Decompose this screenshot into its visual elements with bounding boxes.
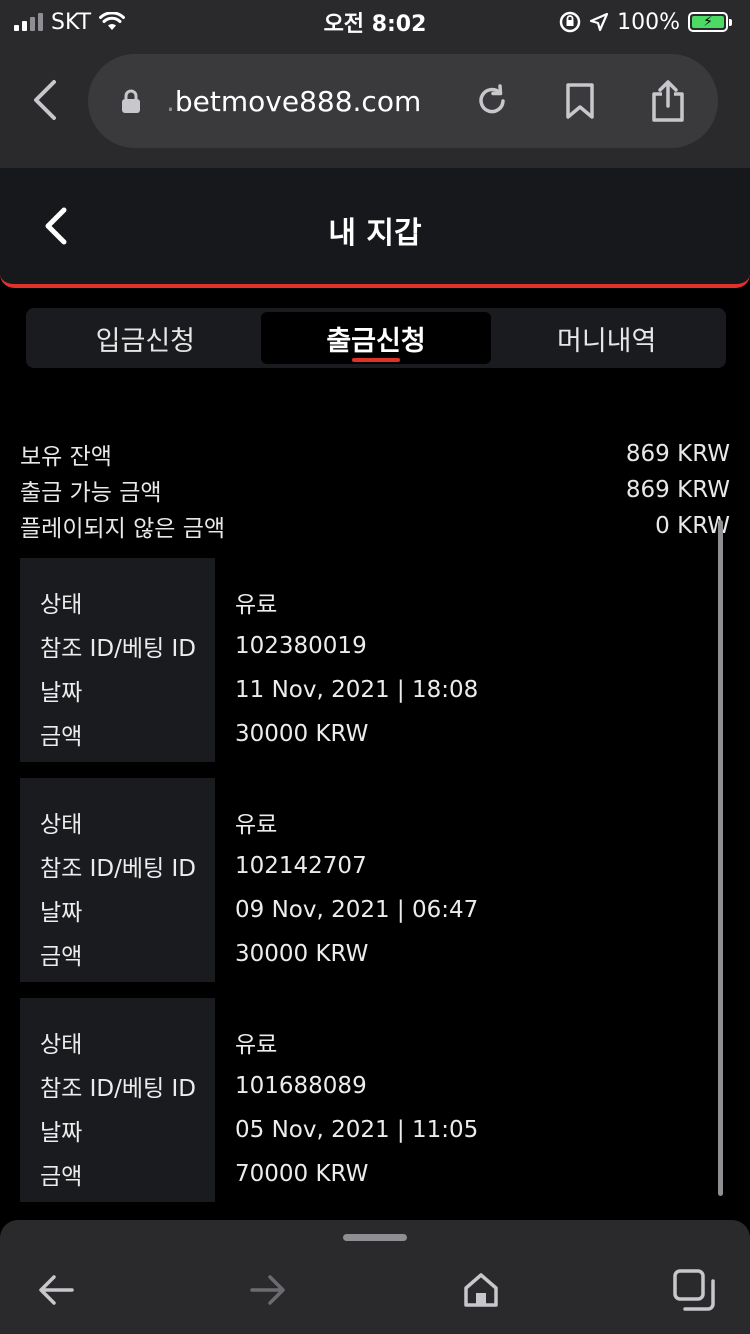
summary-row-balance: 보유 잔액 869 KRW	[20, 436, 730, 472]
record-values: 유료 101688089 05 Nov, 2021 | 11:05 70000 …	[215, 998, 710, 1202]
withdrawal-record: 상태 참조 ID/베팅 ID 날짜 금액 유료 101688089 05 Nov…	[20, 998, 710, 1202]
url-domain: betmove888.com	[174, 84, 422, 118]
summary-value: 869 KRW	[625, 441, 730, 467]
wifi-icon	[99, 12, 126, 30]
balance-summary: 보유 잔액 869 KRW 출금 가능 금액 869 KRW 플레이되지 않은 …	[20, 436, 730, 544]
summary-label: 플레이되지 않은 금액	[20, 516, 226, 542]
tab-label: 입금신청	[95, 325, 196, 357]
value-status: 유료	[235, 1032, 278, 1058]
label-date: 날짜	[40, 1120, 83, 1146]
status-right: 100% ⚡	[559, 9, 732, 35]
tab-label: 출금신청	[326, 325, 426, 357]
tabs-button[interactable]	[670, 1266, 718, 1314]
arrow-left-icon	[39, 1275, 74, 1305]
lock-icon	[122, 89, 140, 113]
rotation-lock-icon	[559, 11, 581, 33]
page-title: 내 지갑	[328, 216, 422, 251]
browser-bar: .betmove888.com	[0, 44, 750, 168]
url-actions	[468, 77, 692, 125]
label-status: 상태	[40, 592, 83, 618]
summary-label: 보유 잔액	[20, 444, 112, 470]
tab-money-history[interactable]: 머니내역	[491, 312, 722, 364]
battery-icon: ⚡	[688, 12, 732, 32]
value-status: 유료	[235, 812, 278, 838]
value-amount: 30000 KRW	[235, 721, 369, 747]
browser-toolbar	[0, 1220, 750, 1334]
value-ref-id: 102142707	[235, 853, 367, 879]
label-amount: 금액	[40, 944, 83, 970]
wallet-tabs: 입금신청 출금신청 머니내역	[26, 308, 726, 368]
label-amount: 금액	[40, 1164, 83, 1190]
bookmark-button[interactable]	[556, 77, 604, 125]
value-date: 05 Nov, 2021 | 11:05	[235, 1117, 479, 1143]
record-values: 유료 102380019 11 Nov, 2021 | 18:08 30000 …	[215, 558, 710, 762]
tabs-icon	[673, 1269, 715, 1311]
nav-forward-button[interactable]	[244, 1266, 292, 1314]
scrollbar[interactable]	[718, 520, 723, 1196]
address-bar[interactable]: .betmove888.com	[88, 54, 718, 148]
active-tab-indicator	[352, 358, 400, 362]
home-button[interactable]	[457, 1266, 505, 1314]
url-text[interactable]: .betmove888.com	[166, 85, 468, 118]
reload-icon	[479, 84, 505, 114]
arrow-right-icon	[250, 1275, 285, 1305]
label-status: 상태	[40, 1032, 83, 1058]
signal-icon	[14, 13, 43, 31]
value-date: 09 Nov, 2021 | 06:47	[235, 897, 479, 923]
summary-row-unplayed: 플레이되지 않은 금액 0 KRW	[20, 508, 730, 544]
app-header: 내 지갑	[0, 168, 750, 288]
record-values: 유료 102142707 09 Nov, 2021 | 06:47 30000 …	[215, 778, 710, 982]
value-amount: 30000 KRW	[235, 941, 369, 967]
carrier-label: SKT	[51, 9, 92, 35]
value-amount: 70000 KRW	[235, 1161, 369, 1187]
toolbar-handle[interactable]	[343, 1234, 407, 1241]
withdrawal-record: 상태 참조 ID/베팅 ID 날짜 금액 유료 102142707 09 Nov…	[20, 778, 710, 982]
withdrawal-record: 상태 참조 ID/베팅 ID 날짜 금액 유료 102380019 11 Nov…	[20, 558, 710, 762]
value-status: 유료	[235, 592, 278, 618]
status-bar: SKT 오전 8:02 100% ⚡	[0, 0, 750, 44]
record-labels: 상태 참조 ID/베팅 ID 날짜 금액	[20, 558, 215, 762]
url-faded-prefix: .	[166, 84, 175, 118]
tab-withdraw[interactable]: 출금신청	[260, 312, 492, 364]
value-ref-id: 102380019	[235, 633, 367, 659]
record-labels: 상태 참조 ID/베팅 ID 날짜 금액	[20, 998, 215, 1202]
location-icon	[589, 12, 609, 32]
value-ref-id: 101688089	[235, 1073, 367, 1099]
label-ref-id: 참조 ID/베팅 ID	[40, 856, 196, 882]
record-labels: 상태 참조 ID/베팅 ID 날짜 금액	[20, 778, 215, 982]
browser-back-icon[interactable]	[28, 78, 62, 122]
summary-label: 출금 가능 금액	[20, 480, 162, 506]
share-icon	[652, 80, 684, 122]
bookmark-icon	[566, 83, 594, 119]
nav-back-button[interactable]	[32, 1266, 80, 1314]
status-left: SKT	[14, 9, 126, 35]
tab-label: 머니내역	[556, 325, 657, 357]
home-icon	[464, 1273, 498, 1307]
battery-percent: 100%	[617, 9, 680, 35]
label-ref-id: 참조 ID/베팅 ID	[40, 636, 196, 662]
value-date: 11 Nov, 2021 | 18:08	[235, 677, 479, 703]
label-amount: 금액	[40, 724, 83, 750]
label-status: 상태	[40, 812, 83, 838]
summary-value: 869 KRW	[625, 477, 730, 503]
summary-row-withdrawable: 출금 가능 금액 869 KRW	[20, 472, 730, 508]
reload-button[interactable]	[468, 77, 516, 125]
label-ref-id: 참조 ID/베팅 ID	[40, 1076, 196, 1102]
share-button[interactable]	[644, 77, 692, 125]
tab-deposit[interactable]: 입금신청	[30, 312, 261, 364]
withdrawal-records: 상태 참조 ID/베팅 ID 날짜 금액 유료 102380019 11 Nov…	[20, 558, 710, 1218]
label-date: 날짜	[40, 900, 83, 926]
label-date: 날짜	[40, 680, 83, 706]
